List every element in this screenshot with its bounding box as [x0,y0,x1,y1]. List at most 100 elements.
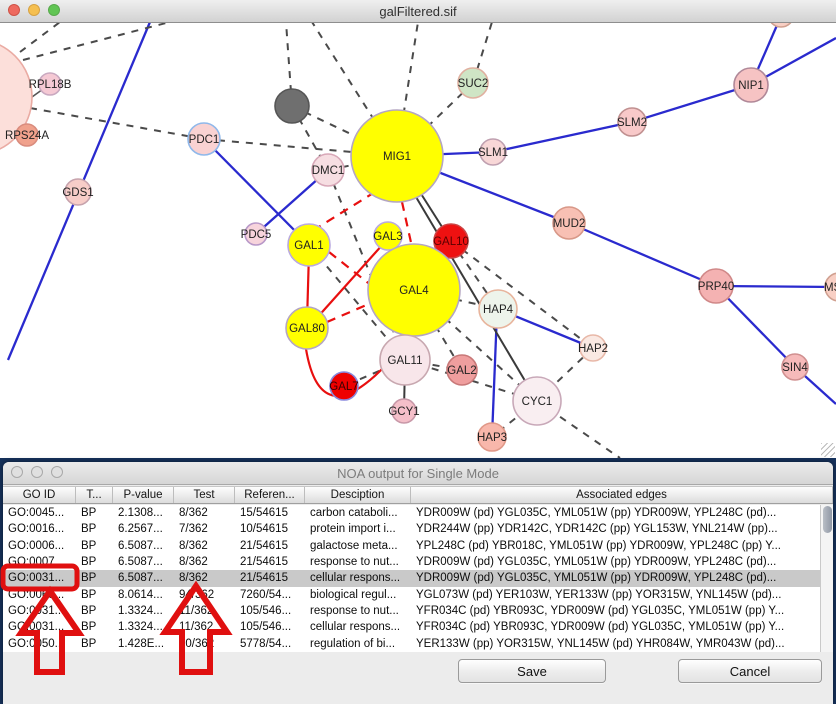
node-label-MUD2: MUD2 [553,218,586,230]
table-cell: biological regul... [305,587,411,603]
table-cell: YDR009W (pd) YGL035C, YML051W (pp) YDR00… [411,505,820,521]
table-cell: GO:0050... [3,636,76,652]
node-label-SLM2: SLM2 [617,117,647,129]
table-cell: BP [76,505,113,521]
network-window-title: galFiltered.sif [379,4,456,19]
table-cell: 80/362 [174,636,235,652]
table-cell: 105/546... [235,619,305,635]
node-label-NIP1: NIP1 [738,80,764,92]
table-cell: GO:0007... [3,554,76,570]
table-cell: YFR034C (pd) YBR093C, YDR009W (pd) YGL03… [411,619,820,635]
minimize-button[interactable] [28,4,40,16]
table-cell: regulation of bi... [305,636,411,652]
table-cell: YER133W (pp) YOR315W, YNL145W (pd) YHR08… [411,636,820,652]
table-cell: BP [76,636,113,652]
table-cell: BP [76,538,113,554]
network-titlebar[interactable]: galFiltered.sif [0,0,836,23]
node-label-GAL4: GAL4 [399,285,429,297]
column-header-associated-edges[interactable]: Associated edges [411,487,833,503]
table-row[interactable]: GO:0031...BP1.3324...11/362105/546...res… [3,603,820,619]
table-cell: BP [76,521,113,537]
node-gray-node[interactable] [275,89,309,123]
table-cell: 8/362 [174,505,235,521]
table-cell: 5778/54... [235,636,305,652]
edge-redd [402,202,412,247]
table-cell: response to nut... [305,554,411,570]
table-cell: 11/362 [174,619,235,635]
network-canvas[interactable]: RPL18BRPS24AGDS1PDC1DMC1MIG1SUC2SLM1SLM2… [0,0,836,458]
table-cell: YDR009W (pd) YGL035C, YML051W (pp) YDR00… [411,554,820,570]
zoom-button[interactable] [48,4,60,16]
column-header-p-value[interactable]: P-value [113,487,174,503]
table-cell: 21/54615 [235,570,305,586]
table-cell: GO:0016... [3,521,76,537]
table-row[interactable]: GO:0045...BP2.1308...8/36215/54615carbon… [3,505,820,521]
table-cell: 1.3324... [113,619,174,635]
column-header-go-id[interactable]: GO ID [3,487,76,503]
table-row[interactable]: GO:0031...BP1.3324...11/362105/546...cel… [3,619,820,635]
edge-pp [493,122,632,152]
table-cell: 8/362 [174,554,235,570]
table-row[interactable]: GO:0050...BP1.428E...80/3625778/54...reg… [3,636,820,652]
table-cell: GO:0031... [3,603,76,619]
table-row[interactable]: GO:0031...BP6.5087...8/36221/54615cellul… [3,570,820,586]
column-header-test[interactable]: Test [174,487,235,503]
table-cell: 8/362 [174,538,235,554]
close-button[interactable] [8,4,20,16]
table-cell: BP [76,554,113,570]
node-label-MIG1: MIG1 [383,151,411,163]
edge-pd [451,241,593,348]
table-row[interactable]: GO:0007...BP6.5087...8/36221/54615respon… [3,554,820,570]
table-cell: GO:0031... [3,619,76,635]
save-button[interactable]: Save [458,659,606,683]
network-svg: RPL18BRPS24AGDS1PDC1DMC1MIG1SUC2SLM1SLM2… [0,0,836,458]
table-cell: BP [76,570,113,586]
close-button-inactive[interactable] [11,466,23,478]
table-cell: protein import i... [305,521,411,537]
node-label-GAL10: GAL10 [433,236,469,248]
scrollbar-thumb[interactable] [823,506,832,533]
table-cell: 7/362 [174,521,235,537]
node-label-CYC1: CYC1 [522,396,553,408]
table-cell: YDR244W (pp) YDR142C, YDR142C (pp) YGL15… [411,521,820,537]
table-row[interactable]: GO:0006...BP6.5087...8/36221/54615galact… [3,538,820,554]
node-label-GAL2: GAL2 [447,365,476,377]
node-label-GAL7: GAL7 [329,381,358,393]
edge-pd [20,22,60,52]
column-header-referen-[interactable]: Referen... [235,487,305,503]
noa-titlebar[interactable]: NOA output for Single Mode [3,462,833,485]
node-label-RPL18B: RPL18B [29,79,72,91]
table-row[interactable]: GO:0065...BP8.0614...94/3627260/54...bio… [3,587,820,603]
table-cell: carbon cataboli... [305,505,411,521]
minimize-button-inactive[interactable] [31,466,43,478]
table-cell: YDR009W (pd) YGL035C, YML051W (pp) YDR00… [411,570,820,586]
node-label-HAP2: HAP2 [578,343,608,355]
table-cell: 6.2567... [113,521,174,537]
table-cell: 2.1308... [113,505,174,521]
resize-grip-icon[interactable] [821,443,835,457]
edge-pd [30,108,204,139]
table-cell: 10/54615 [235,521,305,537]
table-cell: 8.0614... [113,587,174,603]
table-cell: 105/546... [235,603,305,619]
column-header-t-[interactable]: T... [76,487,113,503]
node-label-SIN4: SIN4 [782,362,808,374]
node-label-SLM1: SLM1 [478,147,508,159]
vertical-scrollbar[interactable] [820,505,833,652]
table-cell: 6.5087... [113,570,174,586]
node-label-MSL1: MSL1 [824,282,836,294]
table-cell: galactose meta... [305,538,411,554]
node-label-GAL11: GAL11 [388,355,423,367]
node-label-GAL1: GAL1 [294,240,323,252]
column-header-desciption[interactable]: Desciption [305,487,411,503]
zoom-button-inactive[interactable] [51,466,63,478]
node-label-DMC1: DMC1 [312,165,345,177]
table-cell: 6.5087... [113,538,174,554]
cancel-button[interactable]: Cancel [678,659,822,683]
node-label-HAP3: HAP3 [477,432,507,444]
table-cell: 6.5087... [113,554,174,570]
table-cell: cellular respons... [305,619,411,635]
table-cell: BP [76,619,113,635]
table-row[interactable]: GO:0016...BP6.2567...7/36210/54615protei… [3,521,820,537]
table-cell: response to nut... [305,603,411,619]
